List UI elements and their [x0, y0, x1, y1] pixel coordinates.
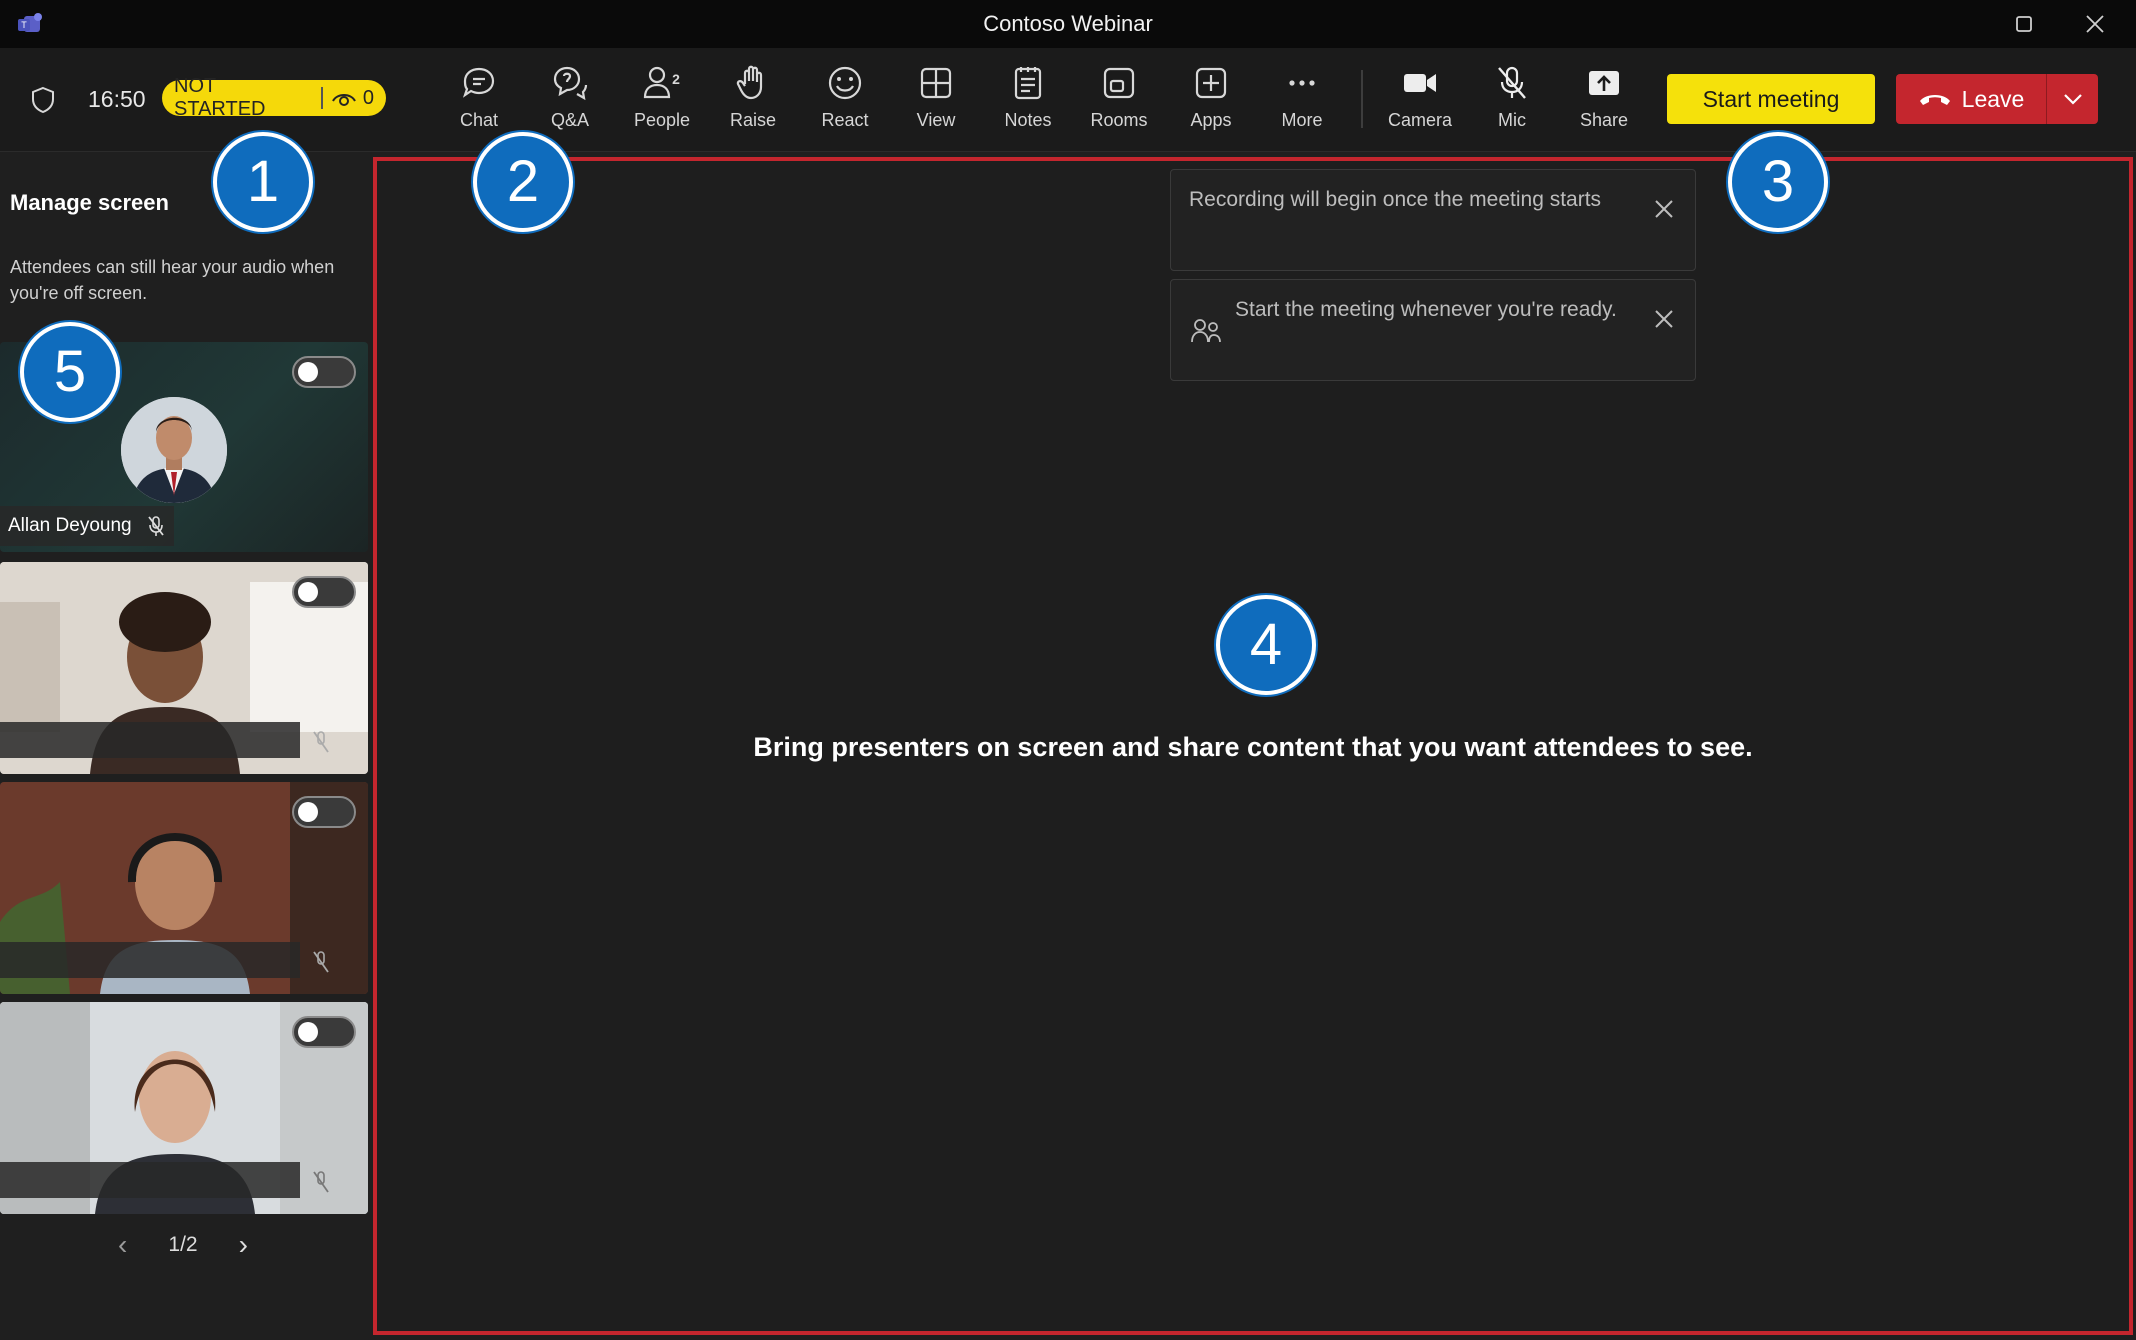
status-text: NOT STARTED — [174, 75, 266, 120]
qa-icon — [553, 66, 588, 101]
close-icon[interactable] — [2081, 10, 2109, 38]
notes-button[interactable]: Notes — [986, 64, 1070, 140]
mic-off-icon — [313, 951, 329, 973]
mic-off-icon — [313, 731, 329, 753]
page-indicator: 1/2 — [168, 1233, 198, 1256]
callout-badge-2: 2 — [473, 132, 573, 232]
participant-tile[interactable] — [0, 1002, 368, 1214]
more-label: More — [1281, 110, 1323, 130]
participant-name: Allan Deyoung — [8, 515, 132, 536]
chevron-right-icon[interactable]: › — [239, 1229, 248, 1261]
people-button[interactable]: 2 People — [620, 64, 704, 140]
camera-button[interactable]: Camera — [1378, 64, 1462, 140]
hang-up-icon — [1919, 95, 1950, 105]
stage-empty-message: Bring presenters on screen and share con… — [753, 732, 1753, 762]
camera-icon — [1404, 74, 1436, 92]
close-icon[interactable] — [1653, 308, 1675, 330]
camera-label: Camera — [1387, 110, 1453, 130]
more-icon — [1289, 80, 1315, 86]
callout-badge-1: 1 — [213, 132, 313, 232]
recording-notice: Recording will begin once the meeting st… — [1170, 169, 1696, 271]
eye-icon — [331, 94, 356, 106]
callout-badge-5: 5 — [20, 322, 120, 422]
panel-title: Manage screen — [10, 190, 169, 215]
view-icon — [920, 67, 952, 99]
share-label: Share — [1579, 110, 1629, 130]
participant-name-bar — [0, 722, 300, 758]
title-bar: T Contoso Webinar — [0, 0, 2136, 48]
view-button[interactable]: View — [894, 64, 978, 140]
participant-name-bar: Allan Deyoung — [0, 506, 174, 546]
leave-label: Leave — [1961, 85, 2025, 112]
chat-icon — [462, 67, 495, 98]
on-screen-toggle[interactable] — [292, 576, 356, 608]
shield-icon[interactable] — [28, 85, 58, 115]
mic-label: Mic — [1498, 110, 1526, 130]
raise-label: Raise — [729, 110, 777, 130]
react-label: React — [821, 110, 869, 130]
view-label: View — [916, 110, 956, 130]
viewer-count: 0 — [362, 86, 374, 109]
apps-button[interactable]: Apps — [1169, 64, 1253, 140]
raise-hand-icon — [736, 65, 763, 100]
share-button[interactable]: Share — [1562, 64, 1646, 140]
toast-text: Start the meeting whenever you're ready. — [1235, 298, 1617, 321]
participant-tile[interactable] — [0, 562, 368, 774]
start-meeting-button[interactable]: Start meeting — [1667, 74, 1875, 124]
chevron-left-icon[interactable]: ‹ — [118, 1229, 127, 1261]
react-button[interactable]: React — [803, 64, 887, 140]
meeting-time: 16:50 — [88, 86, 146, 112]
participant-name-bar — [0, 942, 300, 978]
qa-label: Q&A — [550, 110, 589, 130]
raise-hand-button[interactable]: Raise — [711, 64, 795, 140]
notes-label: Notes — [1004, 110, 1052, 130]
chevron-down-icon — [2063, 94, 2082, 105]
on-screen-toggle[interactable] — [292, 356, 356, 388]
callout-badge-4: 4 — [1216, 595, 1316, 695]
share-icon — [1589, 71, 1619, 95]
divider — [320, 87, 323, 109]
svg-text:2: 2 — [672, 71, 680, 87]
chat-label: Chat — [459, 110, 499, 130]
callout-badge-3: 3 — [1728, 132, 1828, 232]
people-icon: 2 — [643, 66, 680, 99]
people-icon — [1191, 319, 1221, 343]
notes-icon — [1014, 67, 1042, 100]
more-button[interactable]: More — [1260, 64, 1344, 140]
rooms-label: Rooms — [1090, 110, 1148, 130]
mic-off-icon — [147, 516, 164, 536]
on-screen-toggle[interactable] — [292, 796, 356, 828]
panel-description: Attendees can still hear your audio when… — [10, 257, 335, 303]
rooms-button[interactable]: Rooms — [1077, 64, 1161, 140]
react-icon — [828, 66, 862, 100]
mic-button[interactable]: Mic — [1470, 64, 1554, 140]
on-screen-toggle[interactable] — [292, 1016, 356, 1048]
tile-pagination: ‹ 1/2 › — [118, 1229, 248, 1261]
mic-off-icon — [313, 1171, 329, 1193]
leave-button[interactable]: Leave — [1896, 74, 2046, 124]
mic-off-icon — [1498, 66, 1526, 99]
qa-button[interactable]: Q&A — [528, 64, 612, 140]
stage-area: Recording will begin once the meeting st… — [373, 157, 2133, 1335]
meeting-toolbar: 16:50 NOT STARTED 0 Chat Q&A 2 People Ra… — [0, 48, 2136, 152]
people-label: People — [633, 110, 691, 130]
apps-icon — [1195, 67, 1227, 99]
avatar — [121, 397, 227, 503]
leave-options-dropdown[interactable] — [2046, 74, 2098, 124]
toast-text: Recording will begin once the meeting st… — [1189, 188, 1602, 211]
window-title: Contoso Webinar — [983, 11, 1153, 36]
participant-name-bar — [0, 1162, 300, 1198]
maximize-icon[interactable] — [2010, 10, 2038, 38]
chat-button[interactable]: Chat — [437, 64, 521, 140]
apps-label: Apps — [1190, 110, 1232, 130]
participant-tile[interactable] — [0, 782, 368, 994]
toolbar-divider — [1361, 70, 1363, 128]
status-badge: NOT STARTED 0 — [162, 75, 386, 120]
rooms-icon — [1103, 67, 1135, 99]
start-meeting-notice: Start the meeting whenever you're ready. — [1170, 279, 1696, 381]
close-icon[interactable] — [1653, 198, 1675, 220]
